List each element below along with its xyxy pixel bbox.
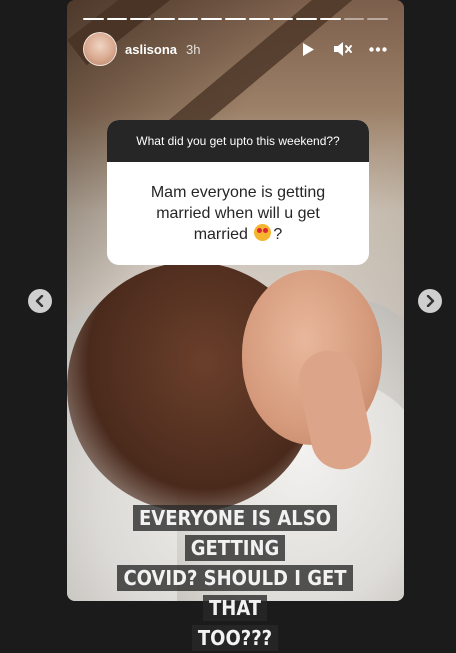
progress-segment	[225, 18, 246, 20]
caption-line-1: EVERYONE IS ALSO GETTING	[132, 505, 338, 561]
play-icon[interactable]	[298, 39, 318, 59]
story-header: aslisona 3h	[83, 32, 388, 66]
story-controls	[298, 39, 388, 59]
username[interactable]: aslisona	[125, 42, 177, 57]
progress-segment	[319, 18, 341, 20]
avatar[interactable]	[83, 32, 117, 66]
progress-segment	[130, 18, 152, 20]
progress-segment	[201, 18, 223, 20]
answer-body: Mam everyone is getting married when wil…	[150, 184, 326, 243]
answer-suffix: ?	[273, 226, 283, 243]
progress-segment	[154, 18, 175, 20]
progress-segment	[177, 18, 199, 20]
progress-segment	[343, 18, 365, 20]
progress-segment	[83, 18, 104, 20]
heart-eyes-emoji-icon	[254, 224, 272, 241]
answer-text: Mam everyone is getting married when wil…	[107, 162, 369, 265]
chevron-right-icon	[426, 295, 435, 307]
more-icon[interactable]	[368, 39, 388, 59]
story-progress-bar	[83, 18, 388, 21]
progress-segment	[248, 18, 270, 20]
previous-story-button[interactable]	[28, 289, 52, 313]
chevron-left-icon	[35, 295, 44, 307]
post-time: 3h	[186, 41, 201, 57]
progress-segment	[296, 18, 317, 20]
caption-line-2: COVID? SHOULD I GET THAT	[117, 565, 353, 621]
caption-line-3: TOO???	[191, 625, 279, 651]
progress-segment	[272, 18, 294, 20]
progress-segment	[106, 18, 128, 20]
story-caption: EVERYONE IS ALSO GETTING COVID? SHOULD I…	[104, 503, 366, 653]
progress-segment	[367, 18, 388, 20]
question-sticker: What did you get upto this weekend?? Mam…	[107, 120, 369, 265]
next-story-button[interactable]	[418, 289, 442, 313]
mute-icon[interactable]	[333, 39, 353, 59]
question-text: What did you get upto this weekend??	[107, 120, 369, 162]
